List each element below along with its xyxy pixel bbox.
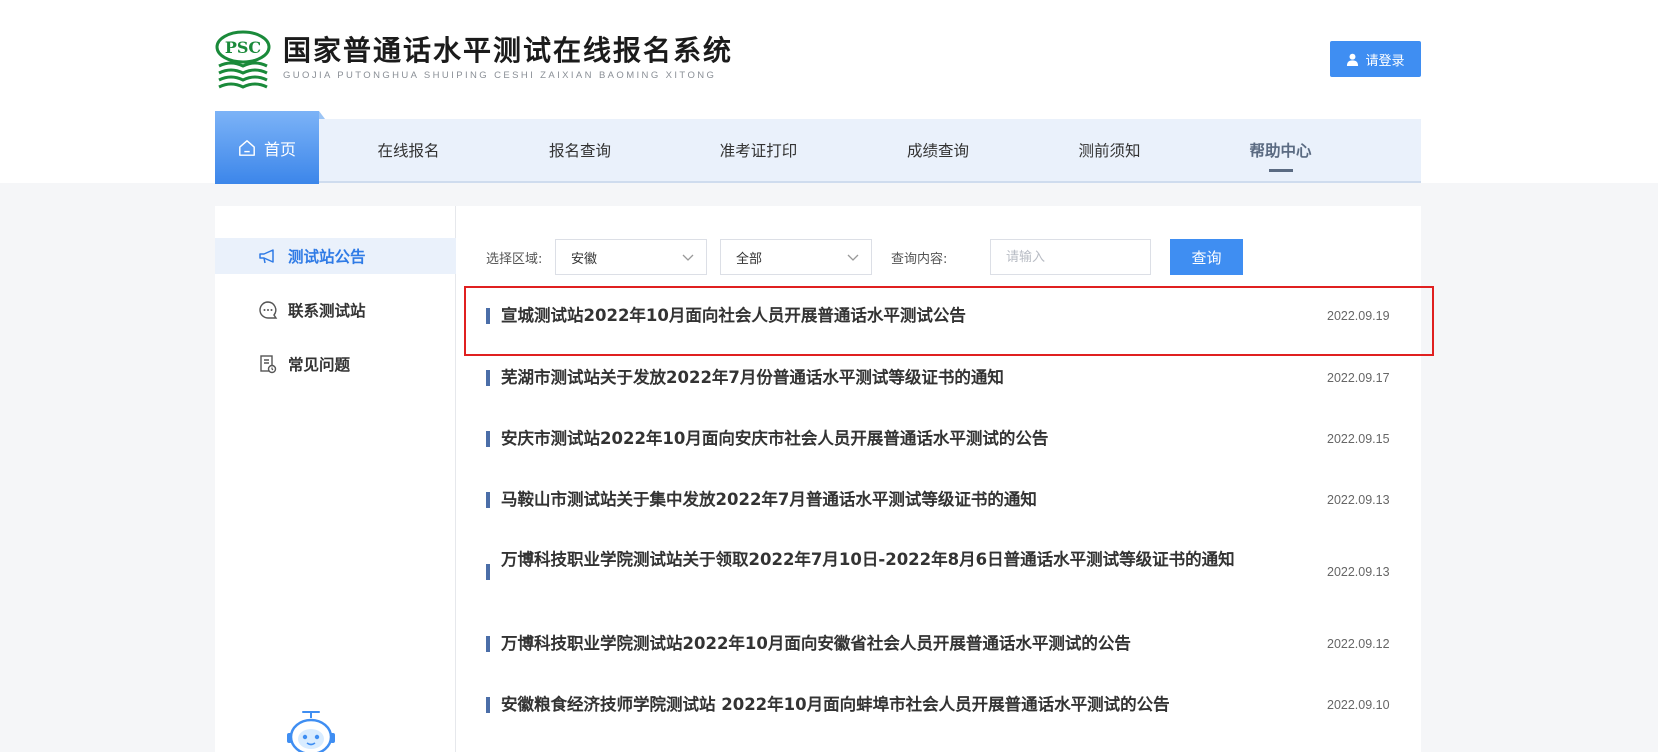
- notice-item[interactable]: 万博科技职业学院测试站2022年10月面向安徽省社会人员开展普通话水平测试的公告…: [463, 620, 1421, 668]
- nav-home-label: 首页: [263, 139, 296, 159]
- nav-admission-ticket-print[interactable]: 准考证打印: [662, 119, 855, 181]
- sidebar-item-label: 测试站公告: [288, 248, 366, 266]
- home-icon: [239, 139, 255, 156]
- query-input[interactable]: [990, 239, 1151, 275]
- content-card: 测试站公告 联系测试站 常见问题 选择区域: 安徽 全部 查询内容: 请输入 查…: [215, 206, 1421, 752]
- notice-date: 2022.09.13: [1327, 493, 1390, 507]
- notice-title[interactable]: 安徽粮食经济技师学院测试站 2022年10月面向蚌埠市社会人员开展普通话水平测试…: [501, 693, 1271, 717]
- notice-title[interactable]: 芜湖市测试站关于发放2022年7月份普通话水平测试等级证书的通知: [501, 366, 1271, 390]
- nav-pre-test-notice[interactable]: 测前须知: [1021, 119, 1198, 181]
- robot-assistant-icon[interactable]: [283, 709, 339, 752]
- nav-online-registration[interactable]: 在线报名: [319, 119, 498, 181]
- region-label: 选择区域:: [486, 252, 543, 267]
- notice-bullet: [486, 564, 490, 580]
- sidebar-item-label: 常见问题: [288, 356, 351, 374]
- notice-title[interactable]: 万博科技职业学院测试站2022年10月面向安徽省社会人员开展普通话水平测试的公告: [501, 632, 1271, 656]
- user-icon: [1347, 53, 1359, 66]
- search-button[interactable]: 查询: [1170, 239, 1243, 275]
- notice-item[interactable]: 安庆市测试站2022年10月面向安庆市社会人员开展普通话水平测试的公告 2022…: [463, 415, 1421, 463]
- notice-date: 2022.09.13: [1327, 565, 1390, 579]
- notice-item[interactable]: 万博科技职业学院测试站关于领取2022年7月10日-2022年8月6日普通话水平…: [463, 536, 1421, 608]
- site-subtitle: GUOJIA PUTONGHUA SHUIPING CESHI ZAIXIAN …: [283, 70, 717, 81]
- region-select[interactable]: 安徽: [555, 239, 707, 275]
- notice-date: 2022.09.17: [1327, 371, 1390, 385]
- notice-bullet: [486, 492, 490, 508]
- notice-bullet: [486, 370, 490, 386]
- psc-logo-icon: PSC: [215, 30, 271, 89]
- sub-region-select-value: 全部: [736, 251, 763, 267]
- page-header: PSC 国家普通话水平测试在线报名系统 GUOJIA PUTONGHUA SHU…: [0, 0, 1658, 184]
- faq-document-icon: [260, 355, 277, 374]
- notice-item[interactable]: 芜湖市测试站关于发放2022年7月份普通话水平测试等级证书的通知 2022.09…: [463, 354, 1421, 402]
- megaphone-icon: [259, 249, 274, 264]
- notice-title[interactable]: 马鞍山市测试站关于集中发放2022年7月普通话水平测试等级证书的通知: [501, 488, 1271, 512]
- sidebar-item-contact-station[interactable]: 联系测试站: [215, 292, 456, 328]
- nav-help-center[interactable]: 帮助中心: [1198, 119, 1363, 181]
- site-title: 国家普通话水平测试在线报名系统: [283, 34, 734, 67]
- notice-title[interactable]: 安庆市测试站2022年10月面向安庆市社会人员开展普通话水平测试的公告: [501, 427, 1271, 451]
- site-logo[interactable]: PSC 国家普通话水平测试在线报名系统 GUOJIA PUTONGHUA SHU…: [215, 30, 775, 90]
- main-nav: 首页 在线报名 报名查询 准考证打印 成绩查询 测前须知 帮助中心: [215, 111, 1421, 184]
- notice-bullet: [486, 697, 490, 713]
- notice-item[interactable]: 马鞍山市测试站关于集中发放2022年7月普通话水平测试等级证书的通知 2022.…: [463, 476, 1421, 524]
- chat-bubble-icon: [259, 301, 278, 319]
- sidebar-item-station-notices[interactable]: 测试站公告: [215, 238, 456, 274]
- svg-text:PSC: PSC: [225, 38, 261, 57]
- notice-date: 2022.09.10: [1327, 698, 1390, 712]
- nav-registration-query[interactable]: 报名查询: [498, 119, 662, 181]
- sidebar: 测试站公告 联系测试站 常见问题: [215, 206, 456, 752]
- notice-bullet: [486, 308, 490, 324]
- notice-bullet: [486, 431, 490, 447]
- filter-bar: 选择区域: 安徽 全部 查询内容: 查询: [486, 239, 1386, 275]
- notice-title[interactable]: 万博科技职业学院测试站关于领取2022年7月10日-2022年8月6日普通话水平…: [501, 548, 1271, 572]
- region-select-value: 安徽: [571, 251, 598, 267]
- nav-score-query[interactable]: 成绩查询: [855, 119, 1021, 181]
- sub-region-select[interactable]: 全部: [720, 239, 872, 275]
- notice-title[interactable]: 宣城测试站2022年10月面向社会人员开展普通话水平测试公告: [501, 304, 1271, 328]
- notice-item[interactable]: 宣城测试站2022年10月面向社会人员开展普通话水平测试公告 2022.09.1…: [463, 292, 1421, 340]
- query-label: 查询内容:: [891, 252, 948, 267]
- sidebar-item-label: 联系测试站: [288, 302, 366, 320]
- sidebar-item-faq[interactable]: 常见问题: [215, 346, 456, 382]
- notice-date: 2022.09.19: [1327, 309, 1390, 323]
- login-label: 请登录: [1365, 53, 1405, 69]
- notice-bullet: [486, 636, 490, 652]
- chevron-down-icon: [847, 254, 859, 261]
- login-button[interactable]: 请登录: [1330, 41, 1421, 77]
- chevron-down-icon: [682, 254, 694, 261]
- notice-item[interactable]: 安徽粮食经济技师学院测试站 2022年10月面向蚌埠市社会人员开展普通话水平测试…: [463, 681, 1421, 729]
- nav-home[interactable]: 首页: [215, 111, 325, 184]
- notice-date: 2022.09.12: [1327, 637, 1390, 651]
- notice-date: 2022.09.15: [1327, 432, 1390, 446]
